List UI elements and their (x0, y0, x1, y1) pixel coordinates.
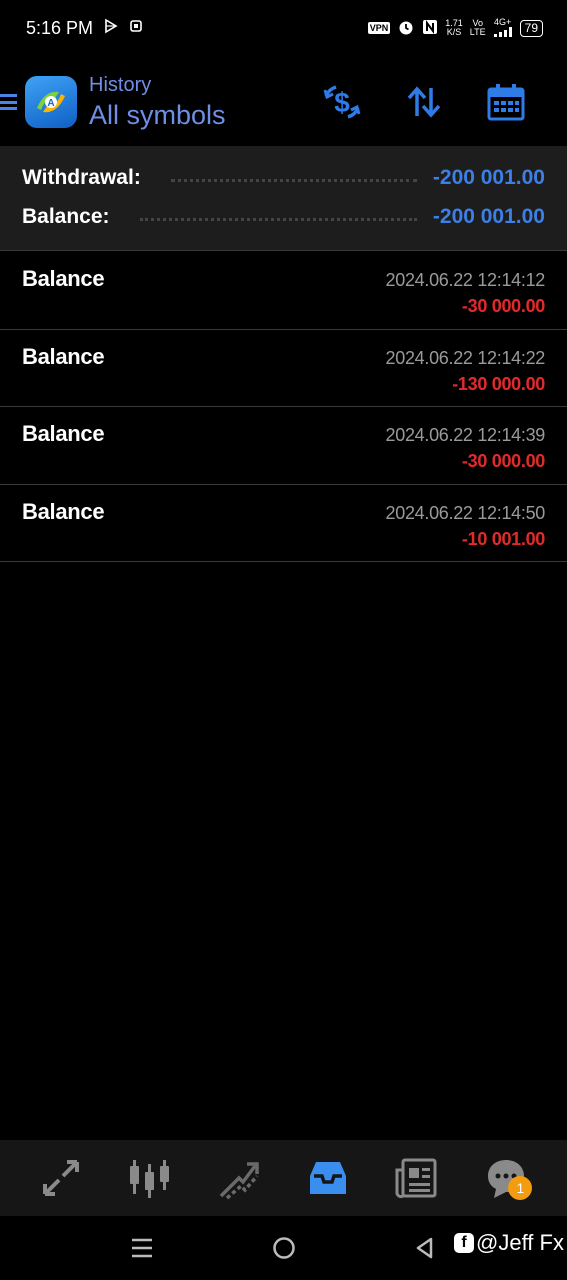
quotes-icon[interactable] (31, 1148, 91, 1208)
news-icon[interactable] (387, 1148, 447, 1208)
net-speed: 1.71 K/S (445, 18, 463, 37)
balance-row: Balance: -200 001.00 (22, 202, 545, 232)
volte-indicator: Vo LTE (469, 18, 486, 37)
trade-icon[interactable] (209, 1148, 269, 1208)
chart-icon[interactable] (120, 1148, 180, 1208)
operation-amount: -30 000.00 (461, 451, 545, 471)
summary-panel: Withdrawal: -200 001.00 Balance: -200 00… (0, 146, 567, 251)
app-bar: A History All symbols $ (0, 60, 567, 144)
home-icon[interactable] (264, 1230, 304, 1266)
bottom-nav: 1 (0, 1140, 567, 1216)
withdrawal-value: -200 001.00 (432, 166, 545, 189)
list-item[interactable]: Balance 2024.06.22 12:14:22 -130 000.00 (0, 330, 567, 407)
menu-icon[interactable] (0, 91, 17, 113)
status-time: 5:16 PM (26, 17, 94, 38)
operation-time: 2024.06.22 12:14:12 (385, 270, 546, 290)
list-item[interactable]: Balance 2024.06.22 12:14:50 -10 001.00 (0, 485, 567, 562)
operation-time: 2024.06.22 12:14:22 (385, 347, 546, 368)
status-bar: 5:16 PM VPN 1.71 K/S Vo LTE 4G+ 79 (0, 0, 567, 56)
currency-switch-icon[interactable]: $ (301, 77, 383, 127)
page-subtitle: History (89, 73, 152, 96)
battery-indicator: 79 (519, 19, 543, 37)
operation-time: 2024.06.22 12:14:39 (385, 425, 546, 445)
operation-amount: -30 000.00 (461, 296, 545, 316)
withdrawal-label: Withdrawal: (22, 166, 141, 189)
sort-icon[interactable] (383, 77, 465, 127)
list-item[interactable]: Balance 2024.06.22 12:14:12 -30 000.00 (0, 252, 567, 330)
operation-type: Balance (22, 343, 105, 369)
nfc-icon (422, 19, 438, 38)
balance-value: -200 001.00 (432, 205, 545, 228)
svg-text:A: A (47, 98, 54, 109)
svg-text:$: $ (334, 87, 350, 118)
watermark: f @Jeff Fx (454, 1230, 564, 1256)
operation-type: Balance (22, 498, 105, 524)
chat-badge: 1 (508, 1176, 533, 1200)
calendar-icon[interactable] (465, 77, 547, 127)
list-item[interactable]: Balance 2024.06.22 12:14:39 -30 000.00 (0, 407, 567, 485)
history-list: Balance 2024.06.22 12:14:12 -30 000.00 B… (0, 252, 567, 562)
system-nav-bar: f @Jeff Fx (0, 1216, 567, 1280)
withdrawal-row: Withdrawal: -200 001.00 (22, 163, 545, 193)
back-icon[interactable] (405, 1230, 445, 1266)
play-store-icon (103, 18, 119, 39)
chat-icon[interactable]: 1 (476, 1148, 536, 1208)
watermark-text: @Jeff Fx (476, 1230, 564, 1255)
operation-amount: -130 000.00 (452, 373, 545, 394)
network-indicator: 4G+ (493, 17, 513, 39)
facebook-icon: f (454, 1233, 474, 1253)
operation-amount: -10 001.00 (461, 528, 545, 549)
balance-label: Balance: (22, 205, 110, 228)
dotted-leader (170, 178, 417, 182)
operation-type: Balance (22, 421, 105, 446)
page-title[interactable]: All symbols (89, 100, 226, 131)
metatrader-logo-icon: A (25, 76, 77, 128)
operation-time: 2024.06.22 12:14:50 (385, 502, 546, 523)
notification-app-icon (129, 19, 143, 38)
recents-icon[interactable] (122, 1230, 162, 1266)
dotted-leader (139, 217, 417, 221)
operation-type: Balance (22, 266, 105, 291)
history-icon[interactable] (298, 1148, 358, 1208)
vpn-badge: VPN (367, 22, 391, 34)
alarm-icon (397, 18, 415, 39)
